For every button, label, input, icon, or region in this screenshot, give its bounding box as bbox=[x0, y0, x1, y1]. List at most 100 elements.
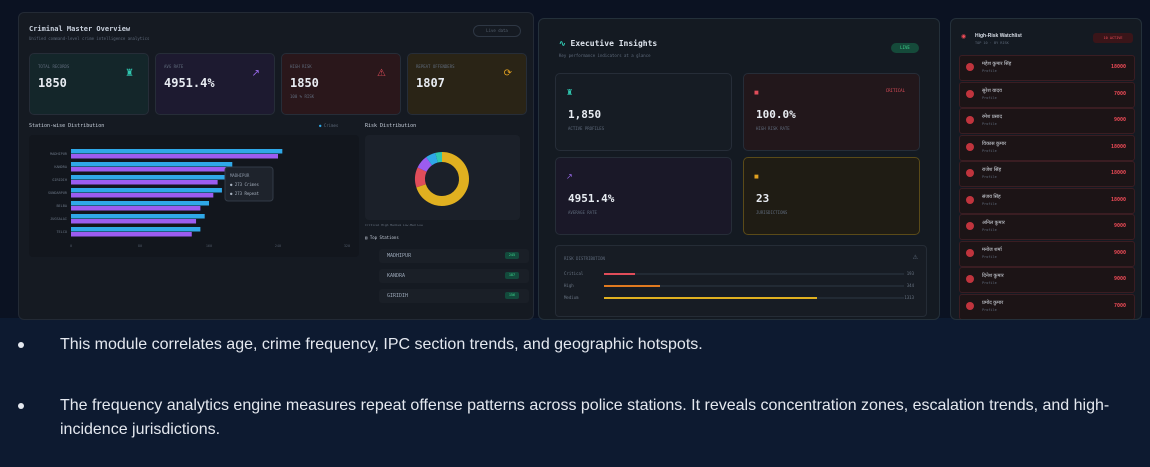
bar-repeat[interactable] bbox=[71, 167, 227, 172]
offender-risk-value: 18000 bbox=[1110, 64, 1126, 70]
station-name: KANDRA bbox=[387, 273, 406, 279]
offender-name: प्रमोद कुमार bbox=[982, 299, 1004, 306]
bar-repeat[interactable] bbox=[71, 193, 214, 198]
offender-row[interactable]: संजय सिंह Profile 18000 bbox=[959, 187, 1135, 214]
station-bar-chart: MADHIPUR KANDRA GIRIDIH SUNDARPUR BELBA JUGSA… bbox=[29, 135, 359, 257]
donut-slice-medium[interactable] bbox=[417, 157, 433, 173]
offender-avatar bbox=[966, 195, 974, 204]
offender-name: अनिल कुमार bbox=[982, 220, 1005, 226]
bar-crimes[interactable] bbox=[71, 162, 233, 167]
tick-label: 0 bbox=[70, 244, 72, 248]
trend-icon: ↗ bbox=[251, 68, 260, 79]
bar-repeat[interactable] bbox=[71, 180, 218, 185]
offender-sub: Profile bbox=[982, 201, 997, 206]
top-station-row[interactable]: GIRIDIH 156 bbox=[379, 289, 529, 303]
chart-tooltip: MADHIPUR ● 273 Crimes ● 273 Repeat bbox=[224, 166, 274, 202]
offender-row[interactable]: मनोज शर्मा Profile 9000 bbox=[959, 240, 1135, 267]
bar-repeat[interactable] bbox=[71, 219, 197, 224]
station-count-badge: 187 bbox=[505, 272, 519, 279]
top-stations-title: ▤ Top Stations bbox=[365, 235, 399, 240]
bar-crimes[interactable] bbox=[71, 214, 205, 219]
risk-bar-row: Medium 1313 bbox=[564, 295, 914, 302]
bar-chart-svg: MADHIPUR KANDRA GIRIDIH SUNDARPUR BELBA JUGSA… bbox=[48, 149, 350, 248]
offender-risk-value: 9000 bbox=[1113, 249, 1126, 256]
map-icon: ■ bbox=[754, 172, 759, 181]
live-data-pill[interactable]: Live data bbox=[473, 25, 521, 37]
bar-crimes[interactable] bbox=[71, 201, 209, 206]
offender-risk-value: 9000 bbox=[1113, 223, 1126, 229]
trend-icon: ↗ bbox=[566, 172, 573, 181]
offender-row[interactable]: राजेश सिंह Profile 18000 bbox=[959, 161, 1135, 187]
risk-bar-row: Critical 193 bbox=[564, 271, 914, 278]
category-label: MADHIPUR bbox=[50, 152, 68, 156]
offender-row[interactable]: विकास कुमार Profile 18000 bbox=[959, 134, 1135, 161]
risk-donut-card bbox=[365, 135, 520, 220]
risk-bar-fill bbox=[604, 273, 636, 275]
offender-sub: Profile bbox=[982, 228, 997, 232]
offender-risk-value: 18000 bbox=[1110, 143, 1126, 150]
offender-sub: Profile bbox=[982, 307, 997, 312]
warning-icon: ⚠ bbox=[912, 255, 918, 261]
bullet-text: This module correlates age, crime freque… bbox=[60, 336, 703, 353]
risk-bar-fill bbox=[604, 285, 660, 287]
panel-subtitle: Key performance indicators at a glance bbox=[559, 53, 651, 58]
bar-crimes[interactable] bbox=[71, 227, 201, 232]
tick-label: 320 bbox=[344, 244, 350, 248]
bar-crimes[interactable] bbox=[71, 149, 283, 154]
offender-risk-value: 18000 bbox=[1110, 170, 1126, 176]
donut-slice-low-med[interactable] bbox=[426, 152, 438, 166]
bar-crimes[interactable] bbox=[71, 188, 222, 193]
tick-label: 80 bbox=[138, 244, 142, 248]
bar-repeat[interactable] bbox=[71, 232, 192, 237]
panel-subtitle: Unified command-level crime intelligence… bbox=[29, 36, 150, 41]
card-value: 100.0% bbox=[756, 108, 796, 121]
kpi-value: 4951.4% bbox=[164, 76, 215, 90]
card-label: JURISDICTIONS bbox=[756, 210, 788, 215]
insight-card-jurisdictions: ■ 23 JURISDICTIONS bbox=[743, 157, 920, 235]
kpi-sub: 100 % RISK bbox=[290, 94, 315, 99]
offender-sub: Profile bbox=[982, 122, 997, 126]
station-chart-legend: ● Crimes bbox=[319, 123, 339, 128]
top-station-row[interactable]: MADHIPUR 245 bbox=[379, 249, 529, 263]
risk-distribution-bars: RISK DISTRIBUTION ⚠ Critical 193 High 34… bbox=[555, 245, 927, 317]
offender-row[interactable]: दिनेश कुमार Profile 9000 bbox=[959, 267, 1135, 293]
offender-row[interactable]: रमेश प्रसाद Profile 9000 bbox=[959, 108, 1135, 134]
donut-slice-low[interactable] bbox=[435, 152, 443, 163]
station-chart-title: Station-wise Distribution bbox=[29, 123, 105, 129]
category-label: SUNDARPUR bbox=[48, 191, 68, 195]
donut-legend: Critical High Medium Low-Med Low bbox=[365, 223, 423, 227]
offender-avatar bbox=[966, 301, 974, 310]
insight-card-risk: ■ CRITICAL 100.0% HIGH RISK RATE bbox=[743, 73, 920, 151]
offender-sub: Profile bbox=[982, 175, 997, 179]
offender-row[interactable]: अनिल कुमार Profile 9000 bbox=[959, 214, 1135, 240]
offender-row[interactable]: महेश कुमार सिंह Profile 18000 bbox=[959, 55, 1135, 81]
risk-bars-title: RISK DISTRIBUTION bbox=[564, 256, 605, 261]
donut-slice-high[interactable] bbox=[415, 167, 427, 188]
alert-icon: ◉ bbox=[961, 34, 967, 40]
executive-insights-title: Executive Insights bbox=[570, 39, 658, 48]
card-label: HIGH RISK RATE bbox=[756, 126, 790, 131]
offender-avatar bbox=[966, 222, 974, 230]
offender-risk-value: 7000 bbox=[1113, 90, 1126, 97]
insight-card-profiles: ♜ 1,850 ACTIVE PROFILES bbox=[555, 73, 732, 151]
warning-icon: ⚠ bbox=[377, 68, 386, 79]
offender-risk-value: 18000 bbox=[1110, 196, 1126, 203]
top-stations-label: Top Stations bbox=[369, 235, 399, 240]
bar-repeat[interactable] bbox=[71, 206, 201, 211]
offender-avatar bbox=[966, 63, 974, 71]
offender-row[interactable]: सुरेश यादव Profile 7000 bbox=[959, 81, 1135, 108]
bar-repeat[interactable] bbox=[71, 154, 278, 159]
offender-risk-value: 7000 bbox=[1113, 302, 1126, 309]
offender-sub: Profile bbox=[982, 254, 997, 259]
risk-bar-track bbox=[604, 297, 904, 299]
legend-label: Crimes bbox=[323, 123, 339, 128]
top-station-row[interactable]: KANDRA 187 bbox=[379, 269, 529, 283]
panel-title: ∿ Executive Insights bbox=[559, 39, 657, 48]
tick-label: 160 bbox=[206, 244, 212, 248]
risk-bar-track bbox=[604, 285, 904, 287]
offender-row[interactable]: प्रमोद कुमार Profile 7000 bbox=[959, 293, 1135, 319]
bar-crimes[interactable] bbox=[71, 175, 227, 180]
offender-sub: Profile bbox=[982, 281, 997, 285]
card-value: 23 bbox=[756, 192, 770, 205]
station-count-badge: 156 bbox=[505, 292, 519, 299]
